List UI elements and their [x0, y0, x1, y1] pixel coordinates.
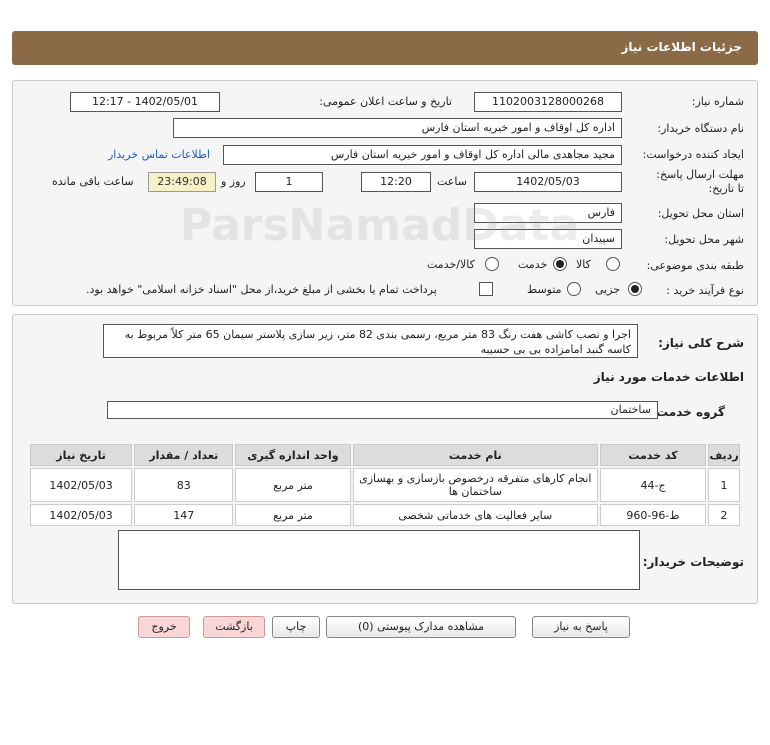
cell-row: 2 — [708, 504, 740, 526]
deadline-label: مهلت ارسال پاسخ: تا تاریخ: — [656, 168, 744, 195]
col-date: تاریخ نیاز — [30, 444, 133, 466]
cell-unit: متر مربع — [235, 504, 351, 526]
province-field: فارس — [474, 203, 622, 223]
cell-qty: 147 — [134, 504, 234, 526]
category-radio-service[interactable] — [553, 257, 567, 271]
exit-button[interactable]: خروج — [138, 616, 190, 638]
province-label: استان محل تحویل: — [657, 207, 744, 220]
requester-label: ایجاد کننده درخواست: — [642, 148, 744, 161]
deadline-days-field: 1 — [255, 172, 323, 192]
deadline-time-field: 12:20 — [361, 172, 431, 192]
attachments-button[interactable]: مشاهده مدارک پیوستی (0) — [326, 616, 516, 638]
deadline-time-label: ساعت — [437, 175, 467, 188]
col-code: کد خدمت — [599, 444, 707, 466]
purchase-type-radio-minor[interactable] — [628, 282, 642, 296]
service-group-field: ساختمان — [107, 401, 658, 419]
category-service-label: خدمت — [518, 258, 548, 271]
category-goods-label: کالا — [576, 258, 591, 271]
announce-datetime-field: 1402/05/01 - 12:17 — [70, 92, 220, 112]
cell-unit: متر مربع — [235, 468, 351, 502]
announce-datetime-label: تاریخ و ساعت اعلان عمومی: — [319, 95, 452, 108]
need-number-label: شماره نیاز: — [691, 95, 744, 108]
buyer-org-field: اداره کل اوقاف و امور خیریه استان فارس — [173, 118, 622, 138]
table-row: 1 ج-44 انجام کارهای متفرقه درخصوص بازساز… — [30, 468, 740, 502]
cell-name: انجام کارهای متفرقه درخصوص بازسازی و بهس… — [352, 468, 598, 502]
service-group-label: گروه خدمت: — [651, 405, 725, 419]
remaining-time-field: 23:49:08 — [148, 172, 216, 192]
cell-name: سایر فعالیت های خدماتی شخصی — [352, 504, 598, 526]
table-row: 2 ط-96-960 سایر فعالیت های خدماتی شخصی م… — [30, 504, 740, 526]
buyer-org-label: نام دستگاه خریدار: — [657, 122, 744, 135]
col-unit: واحد اندازه گیری — [235, 444, 351, 466]
cell-code: ط-96-960 — [599, 504, 707, 526]
purchase-type-minor-label: جزیی — [595, 283, 621, 296]
page-title: جزئیات اطلاعات نیاز — [621, 40, 742, 54]
cell-row: 1 — [708, 468, 740, 502]
buyer-notes-field[interactable] — [118, 530, 640, 590]
deadline-date-field: 1402/05/03 — [474, 172, 622, 192]
services-title: اطلاعات خدمات مورد نیاز — [593, 370, 744, 384]
days-label: روز و — [221, 175, 246, 188]
print-button[interactable]: چاپ — [272, 616, 320, 638]
buyer-notes-label: توضیحات خریدار: — [642, 555, 744, 569]
col-row: ردیف — [708, 444, 740, 466]
cell-date: 1402/05/03 — [30, 468, 133, 502]
page-header: جزئیات اطلاعات نیاز — [12, 31, 758, 65]
category-label: طبقه بندی موضوعی: — [646, 259, 744, 272]
purchase-type-medium-label: متوسط — [527, 283, 562, 296]
city-label: شهر محل تحویل: — [664, 233, 744, 246]
purchase-type-label: نوع فرآیند خرید : — [666, 284, 744, 297]
reply-button[interactable]: پاسخ به نیاز — [532, 616, 630, 638]
buyer-contact-link[interactable]: اطلاعات تماس خریدار — [108, 148, 210, 161]
purchase-type-radio-medium[interactable] — [567, 282, 581, 296]
back-button[interactable]: بازگشت — [203, 616, 265, 638]
cell-date: 1402/05/03 — [30, 504, 133, 526]
description-text: اجرا و نصب کاشی هفت رنگ 83 متر مربع، رسم… — [103, 324, 638, 358]
remaining-label: ساعت باقی مانده — [52, 175, 134, 188]
category-goods-service-label: کالا/خدمت — [427, 258, 475, 271]
requester-field: مجید مجاهدی مالی اداره کل اوقاف و امور خ… — [223, 145, 622, 165]
category-radio-goods-service[interactable] — [485, 257, 499, 271]
treasury-checkbox[interactable] — [479, 282, 493, 296]
col-qty: تعداد / مقدار — [134, 444, 234, 466]
table-header-row: ردیف کد خدمت نام خدمت واحد اندازه گیری ت… — [30, 444, 740, 466]
services-table: ردیف کد خدمت نام خدمت واحد اندازه گیری ت… — [28, 442, 742, 528]
info-panel — [12, 80, 758, 306]
col-name: نام خدمت — [352, 444, 598, 466]
treasury-checkbox-label: پرداخت تمام یا بخشی از مبلغ خرید،از محل … — [86, 283, 437, 296]
cell-code: ج-44 — [599, 468, 707, 502]
need-number-field: 1102003128000268 — [474, 92, 622, 112]
city-field: سپیدان — [474, 229, 622, 249]
description-label: شرح کلی نیاز: — [658, 336, 744, 350]
cell-qty: 83 — [134, 468, 234, 502]
category-radio-goods[interactable] — [606, 257, 620, 271]
